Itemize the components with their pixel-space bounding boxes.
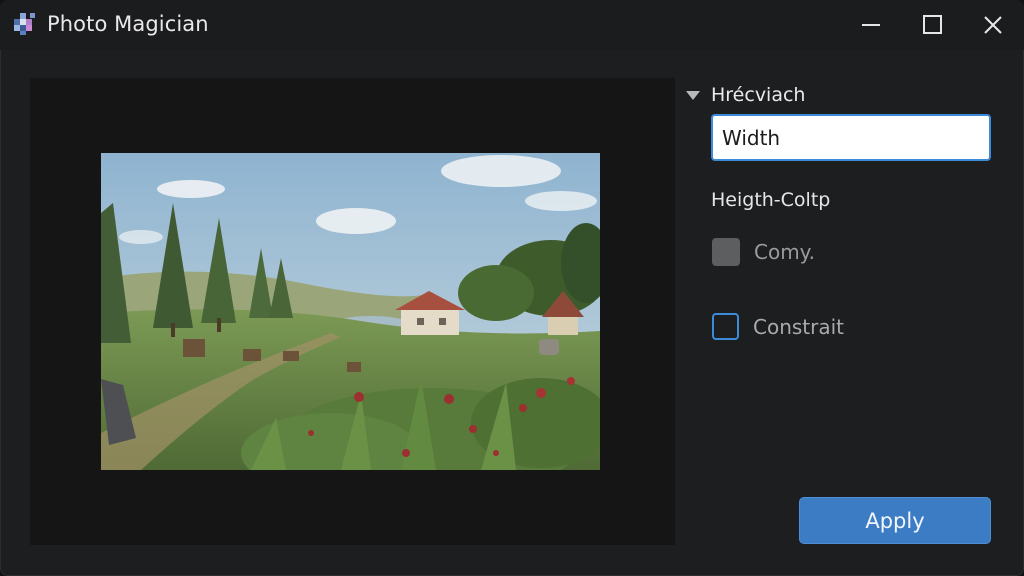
checkbox-comy-label: Comy. <box>754 240 816 264</box>
caret-down-icon <box>686 90 700 100</box>
minimize-icon <box>862 24 880 26</box>
window-title: Photo Magician <box>47 12 209 36</box>
width-input[interactable] <box>711 114 991 161</box>
close-icon <box>984 16 1002 34</box>
maximize-button[interactable] <box>902 0 962 50</box>
checkbox-constrait-label: Constrait <box>753 314 845 339</box>
checkbox-comy[interactable]: Comy. <box>712 238 815 266</box>
title-bar[interactable]: Photo Magician <box>0 0 1024 50</box>
section-title: Hrécviach <box>711 84 806 106</box>
landscape-image <box>101 153 600 470</box>
section-toggle[interactable]: Hrécviach <box>686 84 805 106</box>
checkbox-constrait[interactable]: Constrait <box>712 313 844 340</box>
checkbox-comy-box[interactable] <box>712 238 740 266</box>
close-button[interactable] <box>962 0 1022 50</box>
height-label: Heigth-Coltp <box>711 189 831 211</box>
image-canvas[interactable] <box>30 78 675 545</box>
maximize-icon <box>923 15 942 34</box>
apply-button[interactable]: Apply <box>799 497 991 544</box>
checkbox-constrait-box[interactable] <box>712 313 739 340</box>
landscape-photo <box>101 153 600 470</box>
pixel-grid-app-icon <box>14 13 35 35</box>
minimize-button[interactable] <box>840 0 900 50</box>
app-window: Photo Magician Hrécviach Width Heigth-Co… <box>0 0 1024 576</box>
